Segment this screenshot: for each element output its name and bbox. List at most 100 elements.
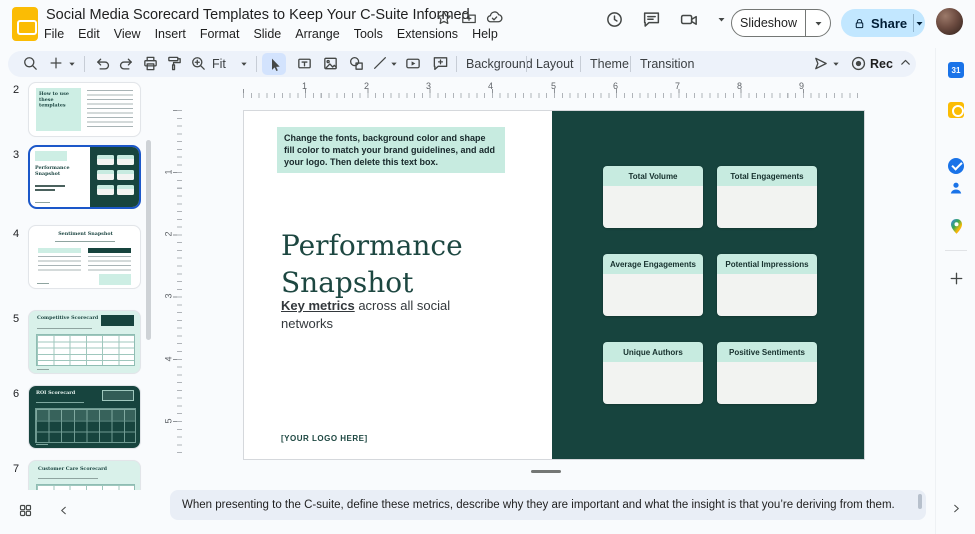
collapse-toolbar-icon[interactable] [898, 55, 913, 70]
document-title[interactable]: Social Media Scorecard Templates to Keep… [46, 7, 470, 23]
meet-camera-icon[interactable] [679, 10, 699, 29]
speaker-notes-text[interactable]: When presenting to the C-suite, define t… [182, 499, 910, 511]
slide-number: 3 [8, 149, 24, 161]
undo-icon[interactable] [94, 55, 111, 72]
slideshow-button[interactable]: Slideshow [731, 9, 831, 37]
user-avatar[interactable] [936, 8, 963, 35]
version-history-icon[interactable] [605, 10, 624, 29]
menu-bar: File Edit View Insert Format Slide Arran… [37, 25, 505, 43]
horizontal-ruler: 1 2 3 4 5 6 7 8 9 [243, 82, 865, 98]
pointer-dropdown-icon[interactable] [832, 60, 840, 68]
slide-thumbnail-7[interactable]: Customer Care Scorecard [28, 460, 141, 490]
record-icon[interactable] [850, 55, 867, 72]
menu-slide[interactable]: Slide [246, 25, 288, 43]
theme-button[interactable]: Theme [590, 57, 629, 71]
slide-thumbnail-5[interactable]: Competitive Scorecard [28, 310, 141, 374]
insert-video-icon[interactable] [404, 55, 422, 72]
menu-view[interactable]: View [107, 25, 148, 43]
print-icon[interactable] [142, 55, 159, 72]
menu-tools[interactable]: Tools [347, 25, 390, 43]
rec-label[interactable]: Rec [870, 57, 893, 71]
metric-card-average-engagements[interactable]: Average Engagements [603, 254, 703, 316]
share-dropdown-icon[interactable] [914, 19, 925, 28]
expand-notes-icon[interactable] [950, 502, 963, 515]
subtitle-key-metrics: Key metrics [281, 298, 355, 313]
text-box-icon[interactable] [296, 55, 313, 72]
metric-card-body [603, 362, 703, 404]
notes-resize-handle[interactable] [531, 470, 561, 473]
star-icon[interactable] [436, 9, 452, 26]
vertical-ruler: 1 2 3 4 5 [166, 110, 182, 460]
notes-scrollbar[interactable] [918, 494, 922, 509]
zoom-in-icon[interactable] [190, 55, 207, 72]
paint-format-icon[interactable] [166, 55, 183, 72]
slide-number: 2 [8, 84, 24, 96]
slide-thumbnail-2[interactable]: How to use these templates [28, 82, 141, 137]
ruler-tick-label: 6 [613, 81, 618, 91]
transition-button[interactable]: Transition [640, 57, 694, 71]
insert-shape-icon[interactable] [348, 55, 365, 72]
contacts-icon[interactable] [948, 180, 964, 196]
filmstrip-scrollbar[interactable] [146, 140, 151, 340]
template-callout-textbox[interactable]: Change the fonts, background color and s… [277, 127, 505, 173]
menu-edit[interactable]: Edit [71, 25, 107, 43]
menu-extensions[interactable]: Extensions [390, 25, 465, 43]
get-add-ons-icon[interactable] [948, 270, 965, 287]
ruler-tick-label: 4 [488, 81, 493, 91]
zoom-mode-select[interactable]: Fit [212, 57, 226, 71]
metric-card-body [717, 186, 817, 228]
maps-icon[interactable] [948, 218, 964, 234]
grid-view-icon[interactable] [18, 503, 33, 518]
select-tool-button[interactable] [262, 53, 286, 75]
menu-arrange[interactable]: Arrange [288, 25, 346, 43]
redo-icon[interactable] [118, 55, 135, 72]
collapse-filmstrip-icon[interactable] [57, 504, 70, 517]
ruler-tick-label: 1 [164, 169, 174, 174]
tasks-icon[interactable] [948, 158, 964, 174]
laser-pointer-icon[interactable] [812, 55, 829, 72]
insert-comment-icon[interactable] [432, 55, 449, 72]
slideshow-dropdown-icon[interactable] [806, 19, 830, 28]
camera-dropdown-icon[interactable] [717, 15, 726, 24]
slide-thumbnail-4[interactable]: Sentiment Snapshot [28, 225, 141, 289]
search-menus-icon[interactable] [22, 55, 39, 72]
background-button[interactable]: Background [466, 57, 533, 71]
insert-image-icon[interactable] [322, 55, 339, 72]
share-button[interactable]: Share [841, 9, 925, 37]
slides-logo[interactable] [12, 7, 38, 41]
logo-placeholder-textbox[interactable]: [YOUR LOGO HERE] [281, 434, 368, 443]
metric-card-unique-authors[interactable]: Unique Authors [603, 342, 703, 404]
metric-card-total-engagements[interactable]: Total Engagements [717, 166, 817, 228]
insert-line-icon[interactable] [372, 55, 388, 71]
metric-card-body [603, 274, 703, 316]
cloud-saved-icon[interactable] [486, 9, 503, 26]
metric-card-header: Total Volume [603, 166, 703, 186]
menu-insert[interactable]: Insert [148, 25, 193, 43]
ruler-tick-label: 1 [302, 81, 307, 91]
metric-card-potential-impressions[interactable]: Potential Impressions [717, 254, 817, 316]
zoom-add-icon[interactable] [48, 55, 64, 71]
speaker-notes[interactable]: When presenting to the C-suite, define t… [170, 490, 926, 520]
menu-file[interactable]: File [37, 25, 71, 43]
line-dropdown-icon[interactable] [390, 60, 398, 68]
menu-format[interactable]: Format [193, 25, 247, 43]
slide-subtitle-textbox[interactable]: Key metrics across all social networks [281, 297, 486, 333]
calendar-icon[interactable]: 31 [948, 62, 964, 78]
comments-icon[interactable] [642, 10, 661, 29]
layout-button[interactable]: Layout [536, 57, 574, 71]
menu-help[interactable]: Help [465, 25, 505, 43]
move-folder-icon[interactable] [461, 9, 477, 26]
toolbar-separator [256, 56, 257, 72]
toolbar-separator [456, 56, 457, 72]
slide-thumbnail-3-selected[interactable]: Performance Snapshot [28, 145, 141, 209]
metric-card-total-volume[interactable]: Total Volume [603, 166, 703, 228]
slide-title-textbox[interactable]: Performance Snapshot [281, 227, 511, 301]
cursor-icon [267, 57, 282, 72]
slide-thumbnail-6[interactable]: ROI Scorecard [28, 385, 141, 449]
zoom-dropdown-icon[interactable] [68, 60, 76, 68]
slide-dark-panel[interactable] [552, 111, 864, 459]
zoom-mode-dropdown-icon[interactable] [240, 60, 248, 68]
keep-icon[interactable] [948, 102, 964, 118]
slide-canvas[interactable]: Change the fonts, background color and s… [243, 110, 865, 460]
metric-card-positive-sentiments[interactable]: Positive Sentiments [717, 342, 817, 404]
